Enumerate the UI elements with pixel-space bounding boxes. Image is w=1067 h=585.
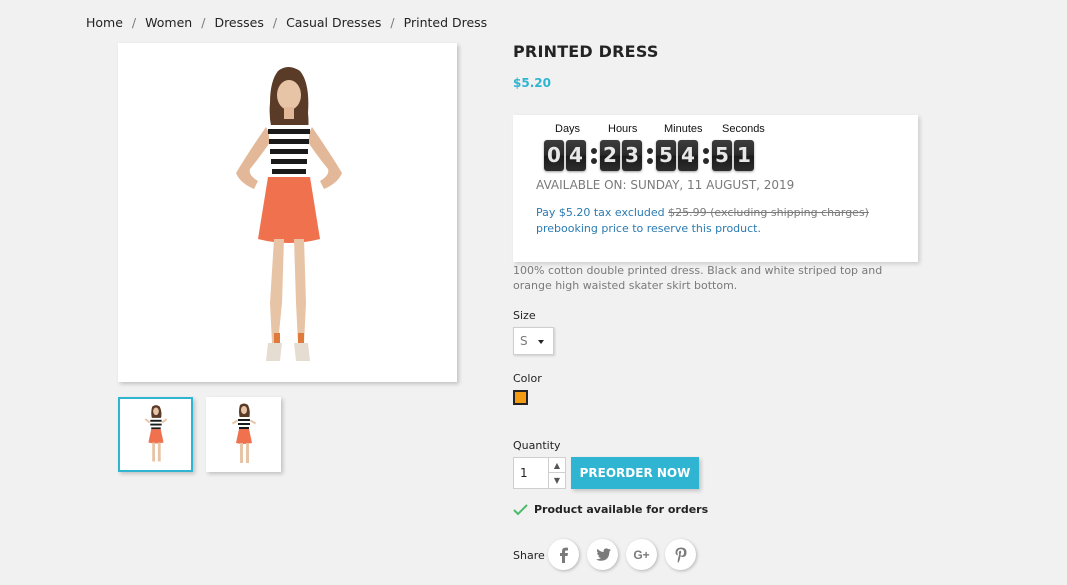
countdown-colon [588,140,600,171]
pay-prefix: Pay $5.20 tax excluded [536,206,669,219]
chevron-up-icon[interactable]: ▲ [549,458,565,473]
pay-suffix: prebooking price to reserve this product… [536,222,761,235]
countdown-minutes-label: Minutes [664,123,703,135]
model-thumbnail-figure [231,403,257,463]
share-label: Share [513,549,545,562]
quantity-label: Quantity [513,439,561,452]
countdown-hours-label: Hours [608,123,638,135]
breadcrumb-printed-dress[interactable]: Printed Dress [404,15,488,30]
countdown-colon [644,140,656,171]
countdown-digit: 1 [734,139,754,171]
countdown-digit: 4 [678,139,698,171]
color-swatch-orange[interactable] [513,390,528,405]
countdown-labels: Days Hours Minutes Seconds [555,123,775,137]
countdown-days-label: Days [555,123,581,135]
breadcrumb-casual-dresses[interactable]: Casual Dresses [286,15,381,30]
facebook-icon[interactable] [548,539,579,570]
twitter-icon[interactable] [587,539,618,570]
chevron-down-icon[interactable]: ▼ [549,473,565,488]
original-price: $25.99 [668,206,707,219]
countdown-digit: 0 [544,139,564,171]
size-select[interactable]: S [513,327,554,355]
product-thumbnail-1[interactable] [118,397,193,472]
breadcrumb-separator: / [131,15,137,30]
pinterest-icon[interactable] [665,539,696,570]
model-figure [236,67,342,361]
preorder-now-button[interactable]: Preorder now [571,457,699,489]
product-main-image[interactable] [118,43,457,382]
breadcrumb: Home / Women / Dresses / Casual Dresses … [86,15,487,30]
product-title: Printed Dress [513,42,659,61]
availability-text: Product available for orders [534,503,709,516]
size-label: Size [513,309,536,322]
quantity-stepper: 1 ▲ ▼ [513,457,566,489]
countdown-digit: 4 [566,139,586,171]
product-price: $5.20 [513,76,551,90]
countdown-digit: 2 [600,139,620,171]
breadcrumb-women[interactable]: Women [145,15,192,30]
breadcrumb-separator: / [201,15,206,30]
countdown-colon [700,140,712,171]
availability-status: Product available for orders [513,503,708,516]
caret-down-icon [538,340,544,344]
countdown-digit: 5 [656,139,676,171]
breadcrumb-separator: / [390,15,395,30]
product-description: 100% cotton double printed dress. Black … [513,264,883,292]
size-value: S [520,334,528,348]
color-label: Color [513,372,542,385]
breadcrumb-separator: / [272,15,278,30]
countdown-digit: 5 [712,139,732,171]
prebooking-info: Pay $5.20 tax excluded $25.99 (excluding… [536,205,896,237]
excluding-shipping: (excluding shipping charges) [706,206,869,219]
countdown-digit: 3 [622,139,642,171]
google-plus-icon[interactable]: G+ [626,539,657,570]
breadcrumb-home[interactable]: Home [86,15,123,30]
quantity-input[interactable]: 1 [514,458,549,488]
countdown-timer: 0 4 2 3 5 4 5 1 [544,139,756,171]
countdown-seconds-label: Seconds [722,123,765,135]
product-thumbnail-2[interactable] [206,397,281,472]
check-icon [513,503,528,516]
available-on-text: Available on: Sunday, 11 August, 2019 [536,178,795,192]
breadcrumb-dresses[interactable]: Dresses [214,15,263,30]
model-thumbnail-figure [144,405,168,462]
quantity-buttons: ▲ ▼ [548,458,565,488]
